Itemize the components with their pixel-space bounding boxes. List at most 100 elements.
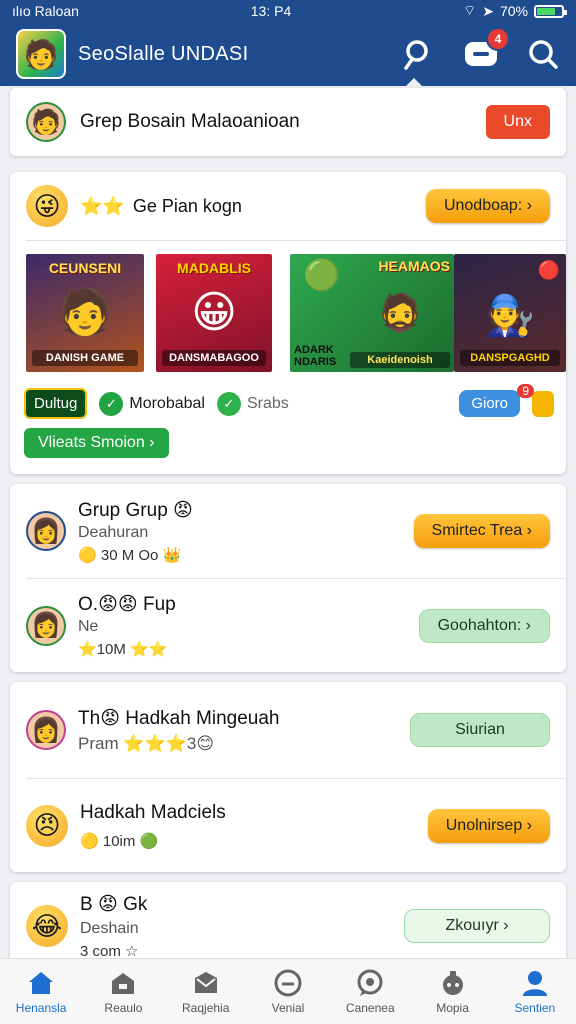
join-button[interactable]: Smirtec Trea › <box>413 514 550 548</box>
emoji-icon: 😡 <box>173 499 193 521</box>
active-tab-indicator <box>406 78 422 86</box>
cta-label: Vlieats Smoion › <box>24 428 169 458</box>
nav-item-home[interactable]: Henansla <box>0 959 82 1024</box>
emoji-icon: 😡😡 <box>98 594 138 615</box>
chat-icon <box>355 969 385 997</box>
item-meta: 3 com <box>80 942 121 959</box>
filter-pill[interactable]: Gioro 9 <box>459 384 534 417</box>
smiley-icon: 😊 <box>196 733 215 753</box>
nav-item-store[interactable]: Reaulo <box>82 959 164 1024</box>
list-item[interactable]: 😂 B 😡 Gk Deshain 3 com ☆ Zkouıyr › <box>10 882 566 958</box>
banner-caption: DANSPGAGHD <box>460 350 560 366</box>
list-item[interactable]: 😠 Hadkah Madciels 🟡 10im 🟢 Unolnirsep › <box>10 779 566 872</box>
app-bar: 🧑 SeoSlalle UNDASI 4 <box>0 22 576 86</box>
coin-icon: 🟡 <box>78 546 97 564</box>
nav-item-chat[interactable]: Canenea <box>329 959 411 1024</box>
nav-item-games[interactable]: Mopia <box>411 959 493 1024</box>
store-icon <box>108 969 138 997</box>
list-item[interactable]: 👩 O.😡😡 Fup Ne ⭐10M ⭐⭐ Goohahton: › <box>10 579 566 672</box>
more-button[interactable] <box>532 390 554 417</box>
chevron-right-icon: › <box>503 917 509 934</box>
join-button[interactable]: Unolnirsep › <box>427 808 550 843</box>
clock-icon <box>273 969 303 997</box>
banner-subtitle: ADARK NDARIS <box>294 344 337 368</box>
emoji-icon: 😡 <box>100 707 120 729</box>
search-button[interactable] <box>402 37 436 71</box>
app-logo[interactable]: 🧑 <box>16 29 66 79</box>
nav-label: Henansla <box>15 1000 67 1015</box>
character-icon: 🧑 <box>57 288 113 337</box>
banner-caption: DANSMABAGOO <box>162 350 266 366</box>
battery-percent: 70% <box>499 3 528 19</box>
nav-item-clock[interactable]: Venial <box>247 959 329 1024</box>
item-name-tail: Fup <box>142 594 176 615</box>
game-banner[interactable]: MADABLIS 😀 DANSMABAGOO <box>156 254 272 372</box>
item-subtitle: Deahuran <box>78 523 149 541</box>
messages-button[interactable]: 4 <box>464 27 510 71</box>
gamepad-icon <box>438 969 468 997</box>
game-banner[interactable]: 🔴 🧑‍🔧 DANSPGAGHD <box>454 254 566 372</box>
divider <box>26 240 566 241</box>
star-icon: ☆ <box>125 942 139 959</box>
app-title: SeoSlalle UNDASI <box>78 42 249 65</box>
banner-title: MADABLIS <box>177 260 251 276</box>
chip-row: Dultug ✓ Morobabal ✓ Srabs Gioro 9 <box>24 384 554 419</box>
appbar-actions: 4 <box>402 27 560 71</box>
nav-item-mail[interactable]: Raqjehia <box>165 959 247 1024</box>
character-icon: 😀 <box>191 288 237 337</box>
join-button[interactable]: Goohahton: › <box>418 608 550 643</box>
pill-label: Gioro <box>471 395 508 412</box>
search-alt-button[interactable] <box>526 37 560 71</box>
tag-chip[interactable]: ✓ Morobabal <box>99 391 205 416</box>
profile-icon <box>520 969 550 997</box>
stars-icon: ⭐⭐⭐ <box>123 733 187 753</box>
badge-icon: 🔴 <box>537 260 560 280</box>
character-icon: 🧔 <box>377 292 423 333</box>
list-item[interactable]: 👩 Grup Grup 😡 Deahuran 🟡 30 M Oo 👑 Smirt… <box>10 484 566 578</box>
action-button[interactable]: Unx <box>485 105 550 139</box>
join-button[interactable]: Siurian <box>410 713 550 747</box>
game-banner[interactable]: CEUNSENI 🧑 DANISH GAME <box>26 254 144 372</box>
smiley-icon: 😜 <box>26 185 68 227</box>
avatar[interactable]: 🧑 <box>26 102 66 142</box>
home-icon <box>26 969 56 997</box>
stars-icon: ⭐⭐ <box>130 641 168 658</box>
tag-chip[interactable]: Dultug <box>24 388 88 419</box>
feature-card: 😜 ⭐⭐ Ge Pian kogn Unodboap: › CEUNSENI 🧑… <box>10 172 566 474</box>
pill-badge: 9 <box>517 384 534 398</box>
item-name: Grup Grup <box>78 499 168 521</box>
nav-label: Mopia <box>436 1000 469 1015</box>
wifi-icon: ⌔ <box>463 2 477 18</box>
battery-icon <box>533 4 567 18</box>
emoji-icon: 😡 <box>97 893 118 915</box>
banner-caption: DANISH GAME <box>32 350 138 366</box>
group-header-card: 🧑 Grep Bosain Malaoanioan Unx <box>10 88 566 156</box>
group-name: Grep Bosain Malaoanioan <box>80 111 300 132</box>
chip-label: Srabs <box>246 394 289 412</box>
item-name: Hadkah Madciels <box>80 801 226 823</box>
mail-icon <box>191 969 221 997</box>
banner-caption: Kaeidenoish <box>350 352 450 368</box>
button-label: Zkouıyr <box>445 917 499 934</box>
item-meta: 10im <box>102 832 136 850</box>
view-session-button[interactable]: Vlieats Smoion › <box>24 428 169 458</box>
coin-icon: 🟡 <box>80 832 99 850</box>
item-name-tail: Gk <box>123 893 148 915</box>
item-name-tail: Hadkah Mingeuah <box>125 707 280 729</box>
nav-label: Venial <box>271 1000 305 1015</box>
search-icon <box>529 40 558 69</box>
check-icon: ✓ <box>99 391 124 416</box>
nav-item-profile[interactable]: Sentien <box>494 959 576 1024</box>
group-list: 👩 Grup Grup 😡 Deahuran 🟡 30 M Oo 👑 Smirt… <box>10 484 566 672</box>
list-item[interactable]: 👩 Th😡 Hadkah Mingeuah Pram ⭐⭐⭐3😊 Siurian <box>10 682 566 778</box>
clock: 13: P4 <box>250 3 292 19</box>
bottom-navigation: Henansla Reaulo Raqjehia Venial Canenea … <box>0 958 576 1024</box>
game-banner[interactable]: 🟢 ADARK NDARIS HEAMAOS 🧔 Kaeidenoish <box>290 254 454 372</box>
group-list: 👩 Th😡 Hadkah Mingeuah Pram ⭐⭐⭐3😊 Siurian… <box>10 682 566 872</box>
join-button[interactable]: Zkouıyr › <box>404 909 550 943</box>
item-subtitle: Ne <box>78 618 99 635</box>
check-icon: ✓ <box>216 391 241 416</box>
nav-label: Reaulo <box>104 1000 143 1015</box>
tag-chip[interactable]: ✓ Srabs <box>216 391 289 416</box>
feature-button[interactable]: Unodboap: › <box>425 189 550 223</box>
